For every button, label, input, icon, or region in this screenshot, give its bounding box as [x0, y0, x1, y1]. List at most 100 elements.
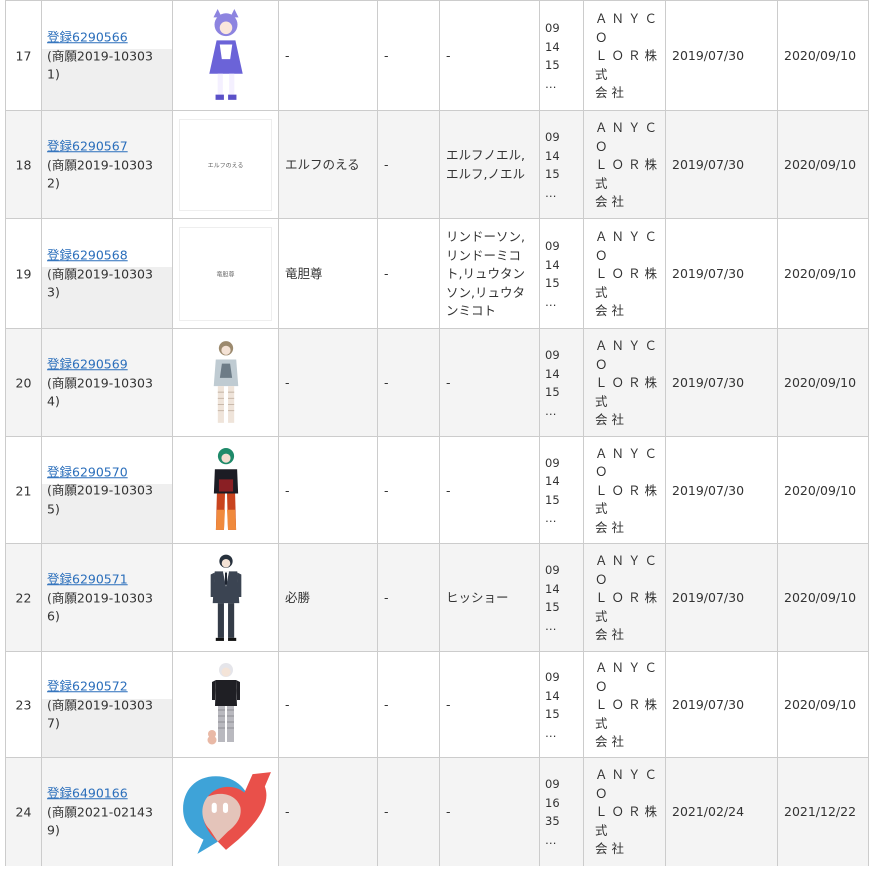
trademark-image[interactable]: 竜胆尊: [179, 227, 272, 321]
application-date: 2019/07/30: [672, 589, 745, 605]
application-number: (商願2019-10303: [47, 47, 153, 63]
registration-info: 登録6490166 (商願2021-02143 9): [47, 784, 153, 840]
application-date-cell: 2019/07/30: [665, 652, 777, 758]
registration-date: 2020/09/10: [784, 696, 857, 712]
owner-name: ＡＮＹＣＯ ＬＯＲ株式 会社: [595, 119, 665, 212]
table-row: 17 登録6290566 (商願2019-10303 1) - - - 09 14 15 … ＡＮＹＣ…: [5, 0, 869, 111]
class-code: 09: [545, 348, 560, 362]
table-row: 19 登録6290568 (商願2019-10303 3) 竜胆尊 竜胆尊 - リンドーソン,…: [5, 218, 869, 329]
trademark-reading: -: [446, 374, 451, 390]
class-code: 09: [545, 21, 560, 35]
trademark-name: -: [285, 47, 290, 63]
class-code: 14: [545, 39, 560, 54]
registration-number-link[interactable]: 登録6490166: [47, 785, 128, 800]
owner-name-line: 会社: [595, 84, 629, 100]
class-code: …: [545, 76, 557, 91]
class-code: 14: [545, 366, 560, 381]
class-code: 09: [545, 239, 560, 253]
classes-cell: 09 16 35…: [539, 758, 583, 866]
table-row: 18 登録6290567 (商願2019-10303 2) エルフのえる エルフのえる - エ…: [5, 110, 869, 219]
trademark-name: エルフのえる: [285, 156, 360, 172]
trademark-image[interactable]: [179, 337, 272, 429]
trademark-image-cell: 竜胆尊: [172, 219, 278, 329]
owner-name-line: ＬＯＲ株式: [595, 265, 662, 300]
reading-cell: -: [439, 437, 539, 544]
row-number-cell: 19: [5, 219, 41, 329]
row-number-cell: 20: [5, 329, 41, 437]
trademark-name: 必勝: [285, 589, 311, 605]
owner-name-line: ＡＮＹＣＯ: [595, 228, 662, 263]
row-number: 21: [15, 483, 32, 498]
trademark-name: -: [285, 482, 290, 498]
registration-info: 登録6290570 (商願2019-10303 5): [47, 463, 153, 519]
extra-field-value: -: [384, 47, 389, 63]
registration-number-link[interactable]: 登録6290571: [47, 571, 128, 586]
owner-name-line: ＬＯＲ株式: [595, 589, 662, 624]
classes-cell: 09 14 15…: [539, 437, 583, 544]
application-date-cell: 2021/02/24: [665, 758, 777, 866]
extra-field-value: -: [384, 696, 389, 712]
class-code: 09: [545, 563, 560, 577]
class-code: …: [545, 185, 557, 200]
trademark-name-cell: エルフのえる: [278, 111, 377, 219]
class-code: 09: [545, 777, 560, 791]
extra-field-value: -: [384, 265, 389, 281]
owner-name-line: ＡＮＹＣＯ: [595, 766, 662, 801]
registration-number-link[interactable]: 登録6290566: [47, 29, 128, 44]
class-list: 09 14 15…: [545, 237, 560, 311]
reading-cell: -: [439, 652, 539, 758]
registration-date-cell: 2021/12/22: [777, 758, 869, 866]
application-date: 2019/07/30: [672, 696, 745, 712]
trademark-image[interactable]: [179, 766, 272, 858]
registration-date-cell: 2020/09/10: [777, 329, 869, 437]
extra-field-cell: -: [377, 1, 439, 111]
owner-name-line: ＡＮＹＣＯ: [595, 337, 662, 372]
extra-field-cell: -: [377, 437, 439, 544]
row-number: 22: [15, 590, 32, 606]
extra-field-cell: -: [377, 652, 439, 758]
trademark-image[interactable]: [179, 9, 272, 103]
owner-name-line: ＬＯＲ株式: [595, 156, 662, 191]
registration-number-link[interactable]: 登録6290569: [47, 356, 128, 371]
class-code: 15: [545, 707, 560, 721]
row-number-cell: 18: [5, 111, 41, 219]
class-code: …: [545, 618, 557, 633]
application-number: (商願2019-10303: [47, 156, 153, 172]
application-number: (商願2019-10303: [47, 482, 153, 498]
classes-cell: 09 14 15…: [539, 329, 583, 437]
owner-name-line: ＡＮＹＣＯ: [595, 10, 662, 45]
trademark-name: -: [285, 374, 290, 390]
trademark-image-text: エルフのえる: [207, 162, 244, 170]
trademark-reading: -: [446, 696, 451, 712]
class-code: 15: [545, 58, 560, 72]
trademark-image[interactable]: [179, 660, 272, 750]
registration-info: 登録6290571 (商願2019-10303 6): [47, 570, 153, 626]
registration-date-cell: 2020/09/10: [777, 437, 869, 544]
table-row: 20 登録6290569 (商願2019-10303 4) - - - 09 14 15 … ＡＮＹＣ…: [5, 328, 869, 437]
registration-number-link[interactable]: 登録6290568: [47, 247, 128, 262]
class-list: 09 14 15…: [545, 454, 560, 528]
registration-number-link[interactable]: 登録6290567: [47, 138, 128, 153]
owner-cell: ＡＮＹＣＯ ＬＯＲ株式 会社: [583, 219, 665, 329]
trademark-image[interactable]: [179, 445, 272, 536]
application-date: 2019/07/30: [672, 482, 745, 498]
registration-date: 2020/09/10: [784, 265, 857, 281]
class-code: 15: [545, 385, 560, 399]
application-number-suffix: 5): [47, 500, 60, 516]
registration-cell: 登録6290571 (商願2019-10303 6): [41, 544, 172, 652]
row-number-cell: 24: [5, 758, 41, 866]
reading-cell: -: [439, 758, 539, 866]
registration-number-link[interactable]: 登録6290570: [47, 464, 128, 479]
trademark-image[interactable]: エルフのえる: [179, 119, 272, 211]
extra-field-cell: -: [377, 111, 439, 219]
class-code: …: [545, 725, 557, 740]
classes-cell: 09 14 15…: [539, 219, 583, 329]
table-row: 23 登録6290572 (商願2019-10303 7) - - - 09 14 15 … ＡＮＹＣ…: [5, 651, 869, 758]
row-number-cell: 21: [5, 437, 41, 544]
classes-cell: 09 14 15…: [539, 544, 583, 652]
registration-number-link[interactable]: 登録6290572: [47, 678, 128, 693]
owner-name-line: ＡＮＹＣＯ: [595, 659, 662, 694]
owner-name: ＡＮＹＣＯ ＬＯＲ株式 会社: [595, 10, 665, 103]
trademark-image[interactable]: [179, 552, 272, 644]
registration-date: 2020/09/10: [784, 47, 857, 63]
